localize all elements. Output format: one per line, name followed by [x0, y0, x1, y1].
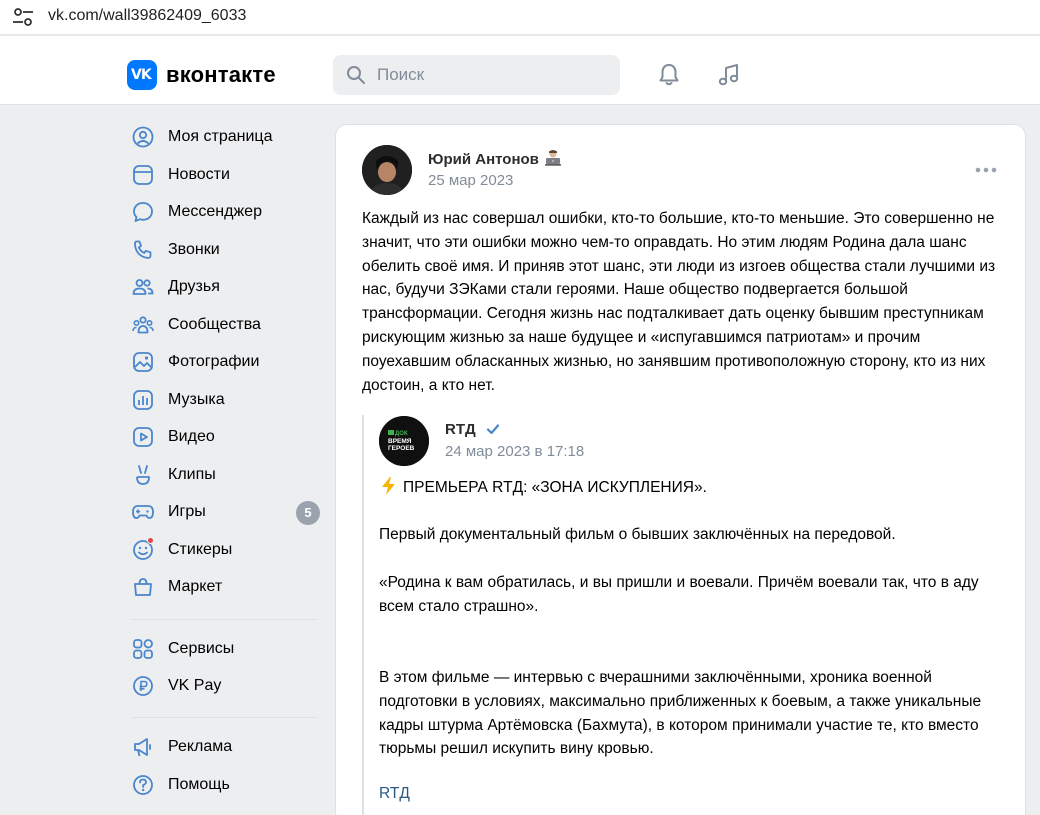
browser-address-bar: vk.com/wall39862409_6033 — [0, 0, 1040, 36]
sidebar-item-label: VK Pay — [168, 677, 222, 694]
phone-icon — [134, 240, 152, 259]
sidebar-divider — [132, 619, 318, 620]
sidebar-item-label: Стикеры — [168, 541, 233, 558]
search-box[interactable] — [333, 55, 620, 95]
sidebar-item-communities[interactable]: Сообщества — [126, 307, 326, 343]
stickers-notification-dot — [147, 537, 154, 544]
repost-line-details: В этом фильме — интервью с вчерашними за… — [379, 669, 982, 758]
search-icon — [347, 66, 365, 84]
sidebar-item-label: Сообщества — [168, 316, 261, 333]
sidebar-item-label: Помощь — [168, 776, 230, 793]
repost-line-description: Первый документальный фильм о бывших зак… — [379, 526, 896, 543]
bell-icon[interactable] — [656, 62, 682, 88]
post-text: Каждый из нас совершал ошибки, кто-то бо… — [362, 210, 996, 394]
address-field[interactable]: vk.com/wall39862409_6033 — [0, 0, 1040, 34]
video-icon — [133, 427, 153, 447]
music-note-icon[interactable] — [716, 62, 742, 88]
search-input[interactable] — [377, 65, 607, 85]
sidebar-item-label: Фотографии — [168, 353, 260, 370]
news-icon — [133, 165, 153, 185]
verified-check-icon — [486, 424, 500, 435]
sidebar-item-calls[interactable]: Звонки — [126, 232, 326, 268]
vk-wordmark[interactable]: вконтакте — [166, 62, 276, 88]
site-settings-icon[interactable] — [12, 7, 34, 27]
sidebar-divider — [132, 717, 318, 718]
ads-icon — [134, 738, 151, 757]
sidebar-item-news[interactable]: Новости — [126, 157, 326, 193]
sidebar-item-label: Мессенджер — [168, 203, 262, 220]
games-badge: 5 — [296, 501, 320, 525]
sidebar-item-messenger[interactable]: Мессенджер — [126, 194, 326, 230]
repost-date[interactable]: 24 мар 2023 в 17:18 — [445, 443, 584, 460]
sidebar-item-video[interactable]: Видео — [126, 419, 326, 455]
sidebar-item-my-page[interactable]: Моя страница — [126, 119, 326, 155]
sidebar-item-help[interactable]: Помощь — [126, 767, 326, 803]
wall-post-card: Юрий Антонов 25 мар 2023 Каждый из нас с… — [335, 124, 1026, 815]
repost-hashtag-link[interactable]: RTД — [379, 785, 410, 803]
vkpay-icon — [133, 676, 153, 696]
friends-icon — [132, 279, 154, 295]
messenger-icon — [133, 202, 153, 222]
sidebar-item-photos[interactable]: Фотографии — [126, 344, 326, 380]
rtd-logo-line-2: ВРЕМЯ — [388, 438, 412, 445]
sidebar-item-label: Моя страница — [168, 128, 273, 145]
author-avatar[interactable] — [362, 145, 412, 195]
sidebar-item-market[interactable]: Маркет — [126, 569, 326, 605]
sidebar-item-music[interactable]: Музыка — [126, 382, 326, 418]
rtd-logo-line-1: ДОК — [395, 431, 408, 437]
repost-line-premiere: ПРЕМЬЕРА RTД: «ЗОНА ИСКУПЛЕНИЯ». — [379, 476, 999, 500]
sidebar-item-label: Музыка — [168, 391, 225, 408]
vk-header: VK вконтакте — [0, 36, 1040, 105]
photos-icon — [133, 352, 153, 372]
sidebar-item-label: Новости — [168, 166, 230, 183]
repost-indent-line — [362, 415, 364, 815]
post-date[interactable]: 25 мар 2023 — [428, 172, 513, 189]
sidebar-item-ads[interactable]: Реклама — [126, 729, 326, 765]
sidebar-item-label: Сервисы — [168, 640, 235, 657]
sidebar-item-label: Клипы — [168, 466, 216, 483]
sidebar-item-friends[interactable]: Друзья — [126, 269, 326, 305]
help-icon — [133, 775, 153, 795]
post-author-name[interactable]: Юрий Антонов — [428, 151, 539, 168]
profile-icon — [132, 126, 154, 148]
author-photo — [362, 145, 412, 195]
sidebar-item-vk-pay[interactable]: VK Pay — [126, 668, 326, 704]
rtd-logo: ДОК ВРЕМЯ ГЕРОЕВ — [379, 416, 429, 466]
rtd-logo-line-3: ГЕРОЕВ — [388, 445, 415, 452]
premiere-text: ПРЕМЬЕРА RTД: «ЗОНА ИСКУПЛЕНИЯ». — [403, 479, 707, 496]
sidebar-item-label: Друзья — [168, 278, 220, 295]
music-icon — [133, 390, 153, 410]
sidebar-item-label: Игры — [168, 503, 206, 520]
sidebar-item-games[interactable]: Игры 5 — [126, 494, 326, 530]
repost-author-name[interactable]: RTД — [445, 421, 476, 438]
games-icon — [132, 505, 154, 519]
sidebar-item-label: Реклама — [168, 738, 233, 755]
url-text[interactable]: vk.com/wall39862409_6033 — [48, 7, 246, 25]
lightning-bolt-icon — [382, 477, 395, 495]
sidebar-item-label: Звонки — [168, 241, 220, 258]
repost-author-avatar[interactable]: ДОК ВРЕМЯ ГЕРОЕВ — [379, 416, 429, 466]
vk-logo-mark: VK — [131, 67, 152, 83]
clips-icon — [136, 465, 150, 485]
technologist-emoji-icon — [545, 150, 561, 166]
sidebar-item-services[interactable]: Сервисы — [126, 631, 326, 667]
sidebar-item-stickers[interactable]: Стикеры — [126, 532, 326, 568]
more-options-icon[interactable] — [974, 165, 998, 175]
market-icon — [134, 578, 152, 596]
sidebar-item-clips[interactable]: Клипы — [126, 457, 326, 493]
sidebar-item-label: Маркет — [168, 578, 223, 595]
vk-logo-icon[interactable]: VK — [127, 60, 157, 90]
services-icon — [133, 639, 153, 659]
communities-icon — [132, 316, 154, 334]
repost-line-quote: «Родина к вам обратилась, и вы пришли и … — [379, 574, 979, 615]
sidebar-item-label: Видео — [168, 428, 215, 445]
